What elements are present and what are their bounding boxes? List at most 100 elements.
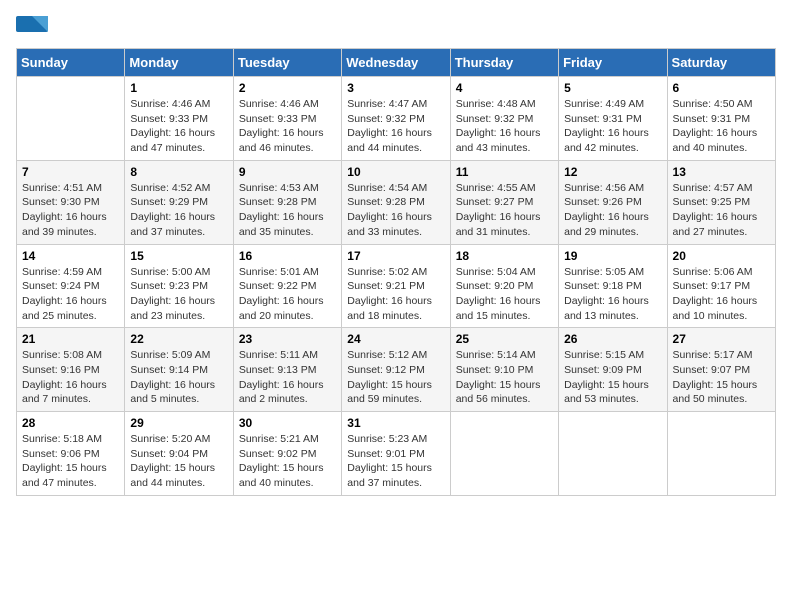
day-number: 9 xyxy=(239,165,336,179)
calendar-cell: 30 Sunrise: 5:21 AMSunset: 9:02 PMDayligh… xyxy=(233,412,341,496)
column-header-friday: Friday xyxy=(559,49,667,77)
calendar-cell: 26 Sunrise: 5:15 AMSunset: 9:09 PMDayligh… xyxy=(559,328,667,412)
day-number: 15 xyxy=(130,249,227,263)
logo-icon xyxy=(16,16,48,40)
day-info: Sunrise: 4:48 AMSunset: 9:32 PMDaylight:… xyxy=(456,97,553,156)
calendar-cell: 4 Sunrise: 4:48 AMSunset: 9:32 PMDaylight… xyxy=(450,77,558,161)
day-number: 18 xyxy=(456,249,553,263)
column-header-sunday: Sunday xyxy=(17,49,125,77)
day-info: Sunrise: 4:47 AMSunset: 9:32 PMDaylight:… xyxy=(347,97,444,156)
calendar-cell: 15 Sunrise: 5:00 AMSunset: 9:23 PMDayligh… xyxy=(125,244,233,328)
day-info: Sunrise: 5:01 AMSunset: 9:22 PMDaylight:… xyxy=(239,265,336,324)
day-number: 29 xyxy=(130,416,227,430)
day-info: Sunrise: 5:18 AMSunset: 9:06 PMDaylight:… xyxy=(22,432,119,491)
page-header xyxy=(16,16,776,40)
day-info: Sunrise: 5:08 AMSunset: 9:16 PMDaylight:… xyxy=(22,348,119,407)
calendar-cell: 24Sunrise: 5:12 AMSunset: 9:12 PMDayligh… xyxy=(342,328,450,412)
calendar-cell: 1 Sunrise: 4:46 AMSunset: 9:33 PMDaylight… xyxy=(125,77,233,161)
day-number: 8 xyxy=(130,165,227,179)
calendar-cell: 17Sunrise: 5:02 AMSunset: 9:21 PMDayligh… xyxy=(342,244,450,328)
calendar-cell: 7Sunrise: 4:51 AMSunset: 9:30 PMDaylight… xyxy=(17,160,125,244)
calendar-week-row: 21 Sunrise: 5:08 AMSunset: 9:16 PMDayligh… xyxy=(17,328,776,412)
calendar-week-row: 28 Sunrise: 5:18 AMSunset: 9:06 PMDayligh… xyxy=(17,412,776,496)
calendar-cell: 5Sunrise: 4:49 AMSunset: 9:31 PMDaylight… xyxy=(559,77,667,161)
day-info: Sunrise: 5:15 AMSunset: 9:09 PMDaylight:… xyxy=(564,348,661,407)
calendar-cell: 6 Sunrise: 4:50 AMSunset: 9:31 PMDaylight… xyxy=(667,77,775,161)
day-info: Sunrise: 5:05 AMSunset: 9:18 PMDaylight:… xyxy=(564,265,661,324)
day-number: 6 xyxy=(673,81,770,95)
day-number: 2 xyxy=(239,81,336,95)
calendar-cell: 14 Sunrise: 4:59 AMSunset: 9:24 PMDayligh… xyxy=(17,244,125,328)
calendar-cell xyxy=(559,412,667,496)
calendar-cell: 29 Sunrise: 5:20 AMSunset: 9:04 PMDayligh… xyxy=(125,412,233,496)
calendar-cell xyxy=(450,412,558,496)
calendar-cell: 28 Sunrise: 5:18 AMSunset: 9:06 PMDayligh… xyxy=(17,412,125,496)
day-info: Sunrise: 5:06 AMSunset: 9:17 PMDaylight:… xyxy=(673,265,770,324)
day-number: 3 xyxy=(347,81,444,95)
calendar-cell: 25 Sunrise: 5:14 AMSunset: 9:10 PMDayligh… xyxy=(450,328,558,412)
calendar-cell: 19 Sunrise: 5:05 AMSunset: 9:18 PMDayligh… xyxy=(559,244,667,328)
calendar-week-row: 14 Sunrise: 4:59 AMSunset: 9:24 PMDayligh… xyxy=(17,244,776,328)
day-info: Sunrise: 4:46 AMSunset: 9:33 PMDaylight:… xyxy=(239,97,336,156)
calendar-week-row: 7Sunrise: 4:51 AMSunset: 9:30 PMDaylight… xyxy=(17,160,776,244)
day-info: Sunrise: 4:49 AMSunset: 9:31 PMDaylight:… xyxy=(564,97,661,156)
column-header-wednesday: Wednesday xyxy=(342,49,450,77)
column-header-tuesday: Tuesday xyxy=(233,49,341,77)
day-info: Sunrise: 4:59 AMSunset: 9:24 PMDaylight:… xyxy=(22,265,119,324)
calendar-cell: 18Sunrise: 5:04 AMSunset: 9:20 PMDayligh… xyxy=(450,244,558,328)
day-info: Sunrise: 5:02 AMSunset: 9:21 PMDaylight:… xyxy=(347,265,444,324)
day-number: 13 xyxy=(673,165,770,179)
day-number: 1 xyxy=(130,81,227,95)
day-info: Sunrise: 5:23 AMSunset: 9:01 PMDaylight:… xyxy=(347,432,444,491)
calendar-cell: 31 Sunrise: 5:23 AMSunset: 9:01 PMDayligh… xyxy=(342,412,450,496)
day-number: 19 xyxy=(564,249,661,263)
day-info: Sunrise: 4:55 AMSunset: 9:27 PMDaylight:… xyxy=(456,181,553,240)
calendar-cell: 10Sunrise: 4:54 AMSunset: 9:28 PMDayligh… xyxy=(342,160,450,244)
logo xyxy=(16,16,50,40)
calendar-header-row: SundayMondayTuesdayWednesdayThursdayFrid… xyxy=(17,49,776,77)
day-number: 26 xyxy=(564,332,661,346)
day-number: 21 xyxy=(22,332,119,346)
calendar-cell: 11 Sunrise: 4:55 AMSunset: 9:27 PMDayligh… xyxy=(450,160,558,244)
day-number: 24 xyxy=(347,332,444,346)
day-info: Sunrise: 5:14 AMSunset: 9:10 PMDaylight:… xyxy=(456,348,553,407)
calendar-cell: 13 Sunrise: 4:57 AMSunset: 9:25 PMDayligh… xyxy=(667,160,775,244)
day-number: 4 xyxy=(456,81,553,95)
day-info: Sunrise: 4:57 AMSunset: 9:25 PMDaylight:… xyxy=(673,181,770,240)
day-info: Sunrise: 4:56 AMSunset: 9:26 PMDaylight:… xyxy=(564,181,661,240)
day-number: 31 xyxy=(347,416,444,430)
calendar-cell xyxy=(667,412,775,496)
calendar-cell: 21 Sunrise: 5:08 AMSunset: 9:16 PMDayligh… xyxy=(17,328,125,412)
calendar-cell: 27Sunrise: 5:17 AMSunset: 9:07 PMDayligh… xyxy=(667,328,775,412)
day-info: Sunrise: 4:50 AMSunset: 9:31 PMDaylight:… xyxy=(673,97,770,156)
calendar-cell: 20 Sunrise: 5:06 AMSunset: 9:17 PMDayligh… xyxy=(667,244,775,328)
day-number: 28 xyxy=(22,416,119,430)
day-number: 30 xyxy=(239,416,336,430)
day-info: Sunrise: 5:11 AMSunset: 9:13 PMDaylight:… xyxy=(239,348,336,407)
column-header-thursday: Thursday xyxy=(450,49,558,77)
calendar-cell: 12 Sunrise: 4:56 AMSunset: 9:26 PMDayligh… xyxy=(559,160,667,244)
day-info: Sunrise: 4:46 AMSunset: 9:33 PMDaylight:… xyxy=(130,97,227,156)
day-number: 16 xyxy=(239,249,336,263)
day-number: 10 xyxy=(347,165,444,179)
day-number: 20 xyxy=(673,249,770,263)
day-number: 14 xyxy=(22,249,119,263)
calendar-cell xyxy=(17,77,125,161)
day-info: Sunrise: 5:09 AMSunset: 9:14 PMDaylight:… xyxy=(130,348,227,407)
calendar-cell: 22Sunrise: 5:09 AMSunset: 9:14 PMDayligh… xyxy=(125,328,233,412)
calendar-table: SundayMondayTuesdayWednesdayThursdayFrid… xyxy=(16,48,776,496)
calendar-cell: 16 Sunrise: 5:01 AMSunset: 9:22 PMDayligh… xyxy=(233,244,341,328)
day-info: Sunrise: 5:00 AMSunset: 9:23 PMDaylight:… xyxy=(130,265,227,324)
day-number: 25 xyxy=(456,332,553,346)
day-number: 23 xyxy=(239,332,336,346)
day-number: 12 xyxy=(564,165,661,179)
column-header-monday: Monday xyxy=(125,49,233,77)
calendar-cell: 23 Sunrise: 5:11 AMSunset: 9:13 PMDayligh… xyxy=(233,328,341,412)
day-info: Sunrise: 4:51 AMSunset: 9:30 PMDaylight:… xyxy=(22,181,119,240)
calendar-week-row: 1 Sunrise: 4:46 AMSunset: 9:33 PMDaylight… xyxy=(17,77,776,161)
column-header-saturday: Saturday xyxy=(667,49,775,77)
day-info: Sunrise: 5:20 AMSunset: 9:04 PMDaylight:… xyxy=(130,432,227,491)
calendar-cell: 3 Sunrise: 4:47 AMSunset: 9:32 PMDaylight… xyxy=(342,77,450,161)
day-info: Sunrise: 5:21 AMSunset: 9:02 PMDaylight:… xyxy=(239,432,336,491)
day-number: 11 xyxy=(456,165,553,179)
